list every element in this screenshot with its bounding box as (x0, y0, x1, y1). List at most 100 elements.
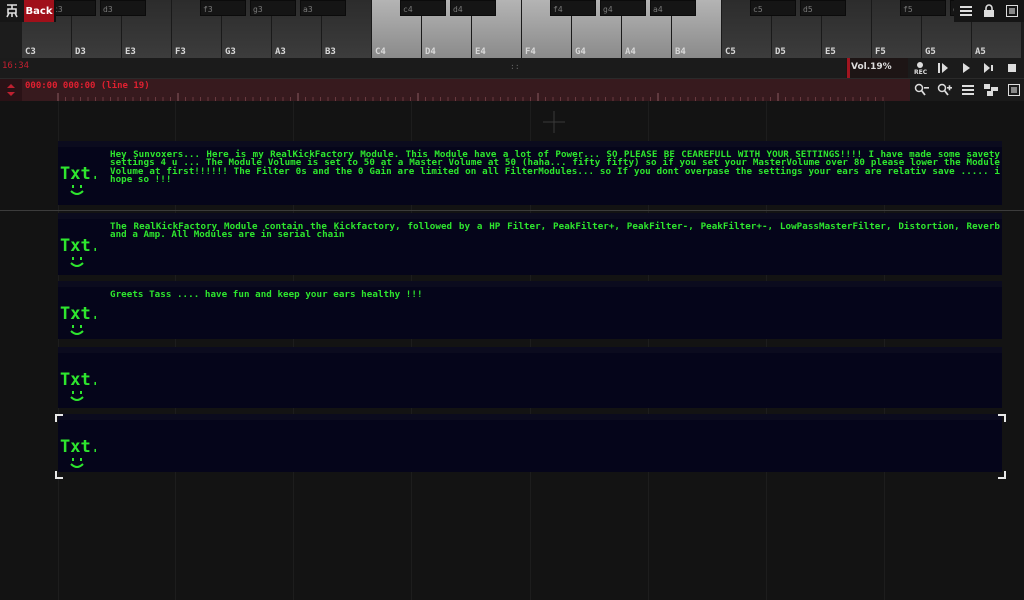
piano-key-label: d3 (103, 5, 113, 14)
piano-key-a4-sharp[interactable]: a4 (650, 0, 696, 16)
piano-key-label: E5 (825, 47, 836, 57)
resize-handle[interactable]: :: (510, 62, 520, 71)
timeline-ruler[interactable] (22, 92, 910, 101)
piano-key-label: D4 (425, 47, 436, 57)
piano-key-label: C3 (25, 47, 36, 57)
piano-key-label: d4 (453, 5, 463, 14)
piano-key-g4-sharp[interactable]: g4 (600, 0, 646, 16)
text-module[interactable]: Txt. The RealKickFactory Module contain t… (58, 213, 1002, 275)
menu-icon[interactable] (954, 0, 977, 22)
piano-key-label: E3 (125, 47, 136, 57)
top-right-buttons (954, 0, 1024, 22)
piano-key-label: a4 (653, 5, 663, 14)
status-bar: 16:34 :: Vol.19% REC (0, 58, 1024, 79)
list-icon[interactable] (956, 79, 979, 101)
selection-corner-tr (998, 414, 1006, 422)
piano-key-f5-sharp[interactable]: f5 (900, 0, 946, 16)
play-from-start-button[interactable] (977, 58, 1000, 78)
txt-icon-label: Txt. (60, 437, 96, 457)
workspace-divider (0, 210, 1024, 211)
play-pattern-button[interactable] (931, 58, 954, 78)
piano-key-a3-sharp[interactable]: a3 (300, 0, 346, 16)
module-text: The RealKickFactory Module contain the K… (110, 221, 1000, 241)
text-module[interactable]: Txt. (58, 347, 1002, 408)
piano-key-label: F3 (175, 47, 186, 57)
piano-key-g3-sharp[interactable]: g3 (250, 0, 296, 16)
piano-key-label: g3 (253, 5, 263, 14)
play-button[interactable] (954, 58, 977, 78)
top-left-buttons: Back (0, 0, 56, 22)
module-header-strip (58, 414, 1002, 420)
stop-button[interactable] (1000, 58, 1023, 78)
piano-key-label: A5 (975, 47, 986, 57)
volume-level-marker (847, 58, 850, 78)
piano-key-label: G4 (575, 47, 586, 57)
rec-button[interactable]: REC (908, 58, 931, 78)
piano-key-label: D5 (775, 47, 786, 57)
piano-key-c3-sharp[interactable]: c3 (50, 0, 96, 16)
piano-key-label: a3 (303, 5, 313, 14)
module-header-strip (58, 281, 1002, 287)
txt-icon-label: Txt. (60, 236, 96, 256)
text-module[interactable]: Txt. Greets Tass .... have fun and keep y… (58, 281, 1002, 339)
piano-key-d4-sharp[interactable]: d4 (450, 0, 496, 16)
piano-key-f4-sharp[interactable]: f4 (550, 0, 596, 16)
piano-key-label: c5 (753, 5, 763, 14)
text-module[interactable]: Txt. (58, 414, 1002, 472)
piano-key-label: D3 (75, 47, 86, 57)
fullscreen-icon[interactable] (1000, 0, 1023, 22)
piano-key-label: F5 (875, 47, 886, 57)
piano-keyboard[interactable]: C3 D3 E3 F3 G3 A3 B3 C4 D4 E4 F4 G4 A4 B4 C5 D5 E5 F5 G5 A5… (0, 0, 1024, 58)
module-header-strip (58, 213, 1002, 219)
piano-key-c5-sharp[interactable]: c5 (750, 0, 796, 16)
selection-corner-tl (55, 414, 63, 422)
piano-key-d3-sharp[interactable]: d3 (100, 0, 146, 16)
module-text: Greets Tass .... have fun and keep your … (110, 289, 423, 300)
cpu-time-readout: 16:34 (2, 61, 30, 71)
piano-key-label: F4 (525, 47, 536, 57)
piano-key-label: B4 (675, 47, 686, 57)
piano-key-label: E4 (475, 47, 486, 57)
txt-module-icon: Txt. (60, 370, 96, 401)
sunvox-logo-icon[interactable] (0, 0, 24, 22)
module-text: Hey Sunvoxers... Here is my RealKickFact… (110, 149, 1000, 185)
lock-icon[interactable] (977, 0, 1000, 22)
txt-icon-label: Txt. (60, 370, 96, 390)
piano-key-d5-sharp[interactable]: d5 (800, 0, 846, 16)
zoom-out-icon[interactable] (910, 79, 933, 101)
timeline-arrows-icon[interactable] (0, 79, 22, 101)
piano-key-label: G3 (225, 47, 236, 57)
layout-icon[interactable] (979, 79, 1002, 101)
txt-module-icon: Txt. (60, 164, 96, 195)
piano-key-c4-sharp[interactable]: c4 (400, 0, 446, 16)
piano-key-label: B3 (325, 47, 336, 57)
zoom-in-icon[interactable] (933, 79, 956, 101)
selection-corner-br (998, 471, 1006, 479)
piano-key-label: G5 (925, 47, 936, 57)
crosshair-icon (543, 111, 565, 133)
txt-module-icon: Txt. (60, 236, 96, 267)
module-header-strip (58, 141, 1002, 147)
module-header-strip (58, 347, 1002, 353)
piano-key-label: c4 (403, 5, 413, 14)
txt-module-icon: Txt. (60, 304, 96, 335)
piano-key-label: A4 (625, 47, 636, 57)
piano-key-label: C4 (375, 47, 386, 57)
txt-icon-label: Txt. (60, 304, 96, 324)
module-workspace[interactable]: Txt. Hey Sunvoxers... Here is my RealKick… (0, 101, 1024, 600)
piano-key-label: C5 (725, 47, 736, 57)
piano-key-label: f3 (203, 5, 213, 14)
txt-module-icon: Txt. (60, 437, 96, 468)
rec-label: REC (914, 69, 928, 76)
playback-time: 000:00 000:00 (line 19) (25, 81, 150, 91)
selection-corner-bl (55, 471, 63, 479)
text-module[interactable]: Txt. Hey Sunvoxers... Here is my RealKick… (58, 141, 1002, 205)
volume-label: Vol.19% (851, 62, 892, 72)
view-tools (910, 79, 1024, 101)
piano-key-label: d5 (803, 5, 813, 14)
piano-key-label: f5 (903, 5, 913, 14)
piano-key-label: A3 (275, 47, 286, 57)
fullscreen-icon[interactable] (1002, 79, 1024, 101)
back-button[interactable]: Back (24, 0, 54, 22)
piano-key-f3-sharp[interactable]: f3 (200, 0, 246, 16)
